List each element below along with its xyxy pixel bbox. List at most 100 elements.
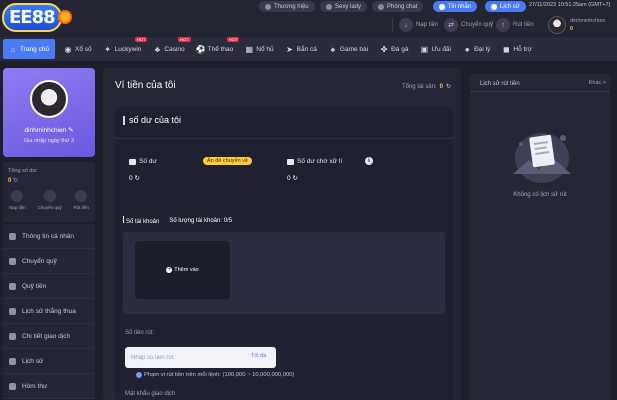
nav-support[interactable]: ◼ Hỗ trợ <box>496 37 537 61</box>
mail-icon <box>439 3 445 10</box>
support-icon: ◼ <box>503 44 510 54</box>
transfer-icon: ⇄ <box>444 18 458 32</box>
nav-casino-label: Casino <box>164 45 185 53</box>
profile-username-text: dinhminhchien <box>24 127 67 134</box>
sexy-lady-button[interactable]: Sexy lady <box>320 1 368 12</box>
nav-home-label: Trang chủ <box>20 45 50 53</box>
hot-badge: HOT <box>226 37 240 42</box>
sidebar-item-label: Chi tiết giao dịch <box>22 332 71 340</box>
logo-text: EE88 <box>2 2 62 32</box>
messages-button[interactable]: Tin nhắn <box>433 1 478 12</box>
nav-cards-label: Game bài <box>339 45 369 53</box>
nav-slots-label: Nổ hũ <box>256 45 274 53</box>
brand-button[interactable]: Thương hiệu <box>259 1 315 12</box>
wallet-icon <box>287 158 294 165</box>
page-title: Ví tiền của tôi <box>115 80 176 91</box>
avatar[interactable] <box>548 16 566 34</box>
empty-history-illustration <box>513 133 571 183</box>
sidebar-item-funds[interactable]: Quỹ tiền <box>3 274 95 299</box>
sidebar-deposit-button[interactable]: Nạp tiền <box>9 190 26 210</box>
amount-label: Số tiền rút: <box>125 330 155 336</box>
sexy-lady-button-label: Sexy lady <box>335 3 362 10</box>
chat-room-button[interactable]: Phòng chat <box>372 1 424 12</box>
sidebar-item-label: Hòm thư <box>22 382 48 390</box>
sidebar-withdraw-button[interactable]: Rút tiền <box>73 190 90 210</box>
lottery-icon: ◉ <box>64 44 72 54</box>
logo[interactable]: EE88 <box>2 2 72 32</box>
account-section-title-text: Số tài khoản <box>126 219 160 225</box>
nav-sports-label: Thể thao <box>207 45 234 53</box>
nav-luckywin[interactable]: ✦ Luckywin HOT <box>98 37 148 61</box>
nav-agent[interactable]: ● Đại lý <box>457 37 496 61</box>
history-button[interactable]: Lịch sử <box>485 1 526 12</box>
info-icon[interactable]: i <box>365 157 373 165</box>
sidebar-item-transfer[interactable]: Chuyển quỹ <box>3 249 95 274</box>
sidebar-item-mailbox[interactable]: Hòm thư <box>3 374 95 399</box>
nav-cards[interactable]: ♠ Game bài <box>323 37 374 61</box>
nav-fishing[interactable]: ➤ Bắn cá <box>280 37 323 61</box>
history-icon <box>9 357 16 365</box>
profile-username: dinhminhchien ✎ <box>3 126 95 134</box>
withdraw-button[interactable]: ↑ Rút tiền <box>496 18 534 32</box>
user-icon <box>9 232 16 240</box>
sidebar-item-profile[interactable]: Thông tin cá nhân <box>3 224 95 249</box>
pending-value-text: 0 <box>287 175 291 182</box>
sidebar-item-label: Lịch sử <box>22 357 44 365</box>
sidebar-item-win-loss[interactable]: Lịch sử thắng thua <box>3 299 95 324</box>
deposit-button[interactable]: ↓ Nạp tiền <box>399 18 438 32</box>
sports-icon: ⚽ <box>195 44 206 54</box>
login-days: Gia nhập ngày thứ 3 <box>23 138 75 144</box>
transfer-button[interactable]: ⇄ Chuyển quỹ <box>444 18 493 32</box>
divider <box>470 91 610 92</box>
wallet-panel: Ví tiền của tôi Tổng tài sản: 0 ↻ số dư … <box>103 68 461 400</box>
pending-balance-value: 0 ↻ <box>287 174 298 182</box>
account-count-label: Số lượng tài khoản: <box>169 217 223 224</box>
range-note-text: Phạm vi rút tiền trên mỗi lệnh: (100,000… <box>144 372 295 378</box>
account-section-title: Số tài khoản <box>123 216 159 225</box>
receipt-icon <box>9 332 16 340</box>
sidebar-quick-actions: Nạp tiền Chuyển quỹ Rút tiền <box>3 190 95 210</box>
edit-icon[interactable]: ✎ <box>68 127 73 134</box>
total-assets: Tổng tài sản: 0 ↻ <box>402 83 451 91</box>
chat-room-button-label: Phòng chat <box>387 3 418 10</box>
hot-badge: HOT <box>178 37 191 42</box>
agent-icon: ● <box>464 44 470 54</box>
sidebar-withdraw-label: Rút tiền <box>73 205 90 210</box>
sidebar-item-transactions[interactable]: Chi tiết giao dịch <box>3 324 95 349</box>
refresh-icon[interactable]: ↻ <box>13 178 18 184</box>
nav-cockfight[interactable]: ✤ Đá gà <box>374 37 414 61</box>
total-balance-value: 0 ↻ <box>8 177 18 184</box>
sidebar-transfer-button[interactable]: Chuyển quỹ <box>38 190 62 210</box>
nav-lottery-label: Xổ số <box>75 45 92 53</box>
nav-slots[interactable]: ▦ Nổ hũ <box>239 37 279 61</box>
add-account-button[interactable]: + Thêm vào <box>135 241 230 299</box>
nav-casino[interactable]: ♣ Casino HOT <box>147 37 191 61</box>
sidebar-deposit-label: Nạp tiền <box>8 205 26 210</box>
nav-sports[interactable]: ⚽ Thể thao HOT <box>191 37 240 61</box>
nav-lottery[interactable]: ◉ Xổ số <box>58 37 98 61</box>
sidebar-item-label: Lịch sử thắng thua <box>22 307 76 315</box>
total-assets-value: 0 <box>439 83 443 90</box>
history-title: Lịch sử rút tiền <box>480 81 520 87</box>
sidebar-item-label: Chuyển quỹ <box>22 257 57 265</box>
sidebar-item-label: Quỹ tiền <box>22 282 47 290</box>
nav-home[interactable]: ⌂ Trang chủ <box>3 39 56 59</box>
nav-promotions[interactable]: ▣ Ưu đãi <box>414 37 457 61</box>
refresh-icon[interactable]: ↻ <box>292 175 297 182</box>
sidebar-transfer-label: Chuyển quỹ <box>37 205 62 210</box>
max-amount-button[interactable]: Tối đa <box>251 353 266 359</box>
gift-icon: ▣ <box>420 44 429 54</box>
refresh-icon[interactable]: ↻ <box>134 175 139 182</box>
pending-balance-label: Số dư chờ xử lí <box>287 158 342 165</box>
pending-label-text: Số dư chờ xử lí <box>297 158 343 165</box>
account-section-header: Số tài khoản Số lượng tài khoản: 0/5 <box>123 216 232 225</box>
account-count-value: 0/5 <box>223 217 233 224</box>
profile-avatar[interactable] <box>30 80 68 118</box>
hide-funds-pill[interactable]: Ẩn đề chuyển về <box>203 157 252 165</box>
history-more-link[interactable]: Khác > <box>589 80 606 86</box>
refresh-icon[interactable]: ↻ <box>446 83 451 90</box>
cockfight-icon: ✤ <box>380 44 388 54</box>
withdraw-range-note: Phạm vi rút tiền trên mỗi lệnh: (100,000… <box>136 372 294 378</box>
header-balance: 0 <box>570 26 574 32</box>
sidebar-item-history[interactable]: Lịch sử <box>3 349 95 374</box>
